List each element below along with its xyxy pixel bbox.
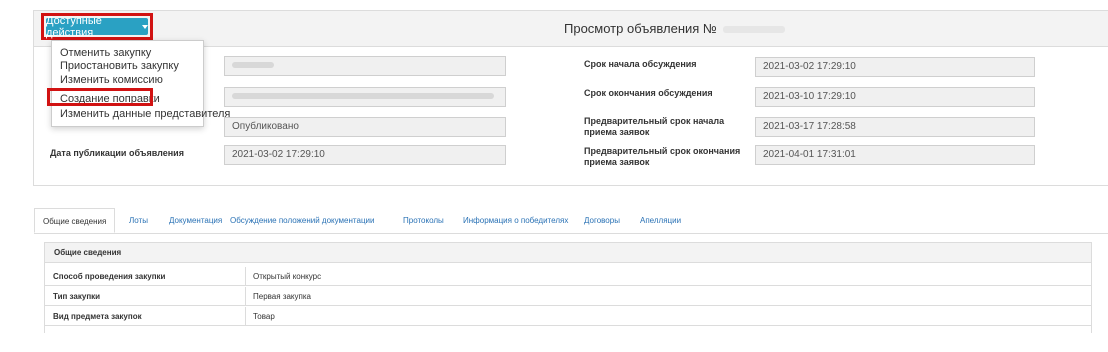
actions-button-highlight: Доступные действия [41,13,153,40]
general-info-heading: Общие сведения [45,243,1091,263]
table-row: Тип закупки Первая закупка [45,287,1091,306]
left-field-1 [224,56,506,76]
tab-general-info[interactable]: Общие сведения [34,208,116,233]
menu-item-suspend-purchase[interactable]: Приостановить закупку [60,60,179,72]
left-field-2 [224,87,506,107]
row-key: Вид предмета закупок [53,312,142,321]
announcement-number-redacted [722,26,785,34]
redacted-value [232,62,274,69]
discussion-end-label: Срок окончания обсуждения [584,88,713,98]
applications-end-label: Предварительный срок окончания приема за… [584,146,741,167]
page-title: Просмотр объявления № [564,21,785,36]
menu-item-cancel-purchase[interactable]: Отменить закупку [60,47,151,59]
tab-contracts[interactable]: Договоры [576,208,628,233]
row-value: Товар [253,312,275,321]
discussion-start-label: Срок начала обсуждения [584,59,697,69]
cell-divider [245,267,246,285]
status-field: Опубликовано [224,117,506,137]
tab-documentation-discussion[interactable]: Обсуждение положений документации [222,208,382,233]
tab-winners-info[interactable]: Информация о победителях [455,208,576,233]
actions-button-label: Доступные действия [46,14,102,39]
row-key: Тип закупки [53,292,101,301]
actions-menu: Отменить закупку Приостановить закупку И… [51,40,230,127]
menu-item-change-commission[interactable]: Изменить комиссию [60,74,163,86]
tab-lots[interactable]: Лоты [121,208,156,233]
table-row: Вид предмета закупок Товар [45,307,1091,326]
applications-end-field: 2021-04-01 17:31:01 [755,145,1035,165]
discussion-start-field: 2021-03-02 17:29:10 [755,57,1035,77]
publication-date-label: Дата публикации объявления [50,148,184,158]
tab-bar: Общие сведения Лоты Документация Обсужде… [34,208,1108,234]
publication-date-field: 2021-03-02 17:29:10 [224,145,506,165]
menu-item-change-representative[interactable]: Изменить данные представителя [60,108,230,120]
redacted-value [232,93,494,100]
cell-divider [245,307,246,325]
general-info-panel: Общие сведения Способ проведения закупки… [44,242,1092,333]
tab-appeals[interactable]: Апелляции [632,208,689,233]
table-row: Способ проведения закупки Открытый конку… [45,267,1091,286]
tab-documentation[interactable]: Документация [161,208,230,233]
row-value: Открытый конкурс [253,272,322,281]
page-title-text: Просмотр объявления № [564,21,717,36]
cell-divider [245,287,246,305]
row-key: Способ проведения закупки [53,272,166,281]
menu-item-highlight [47,88,153,106]
applications-start-label: Предварительный срок начала приема заяво… [584,116,725,137]
tab-protocols[interactable]: Протоколы [395,208,452,233]
actions-dropdown-button[interactable]: Доступные действия [46,15,148,39]
discussion-end-field: 2021-03-10 17:29:10 [755,87,1035,107]
caret-down-icon [142,24,148,29]
row-value: Первая закупка [253,292,311,301]
applications-start-field: 2021-03-17 17:28:58 [755,117,1035,137]
